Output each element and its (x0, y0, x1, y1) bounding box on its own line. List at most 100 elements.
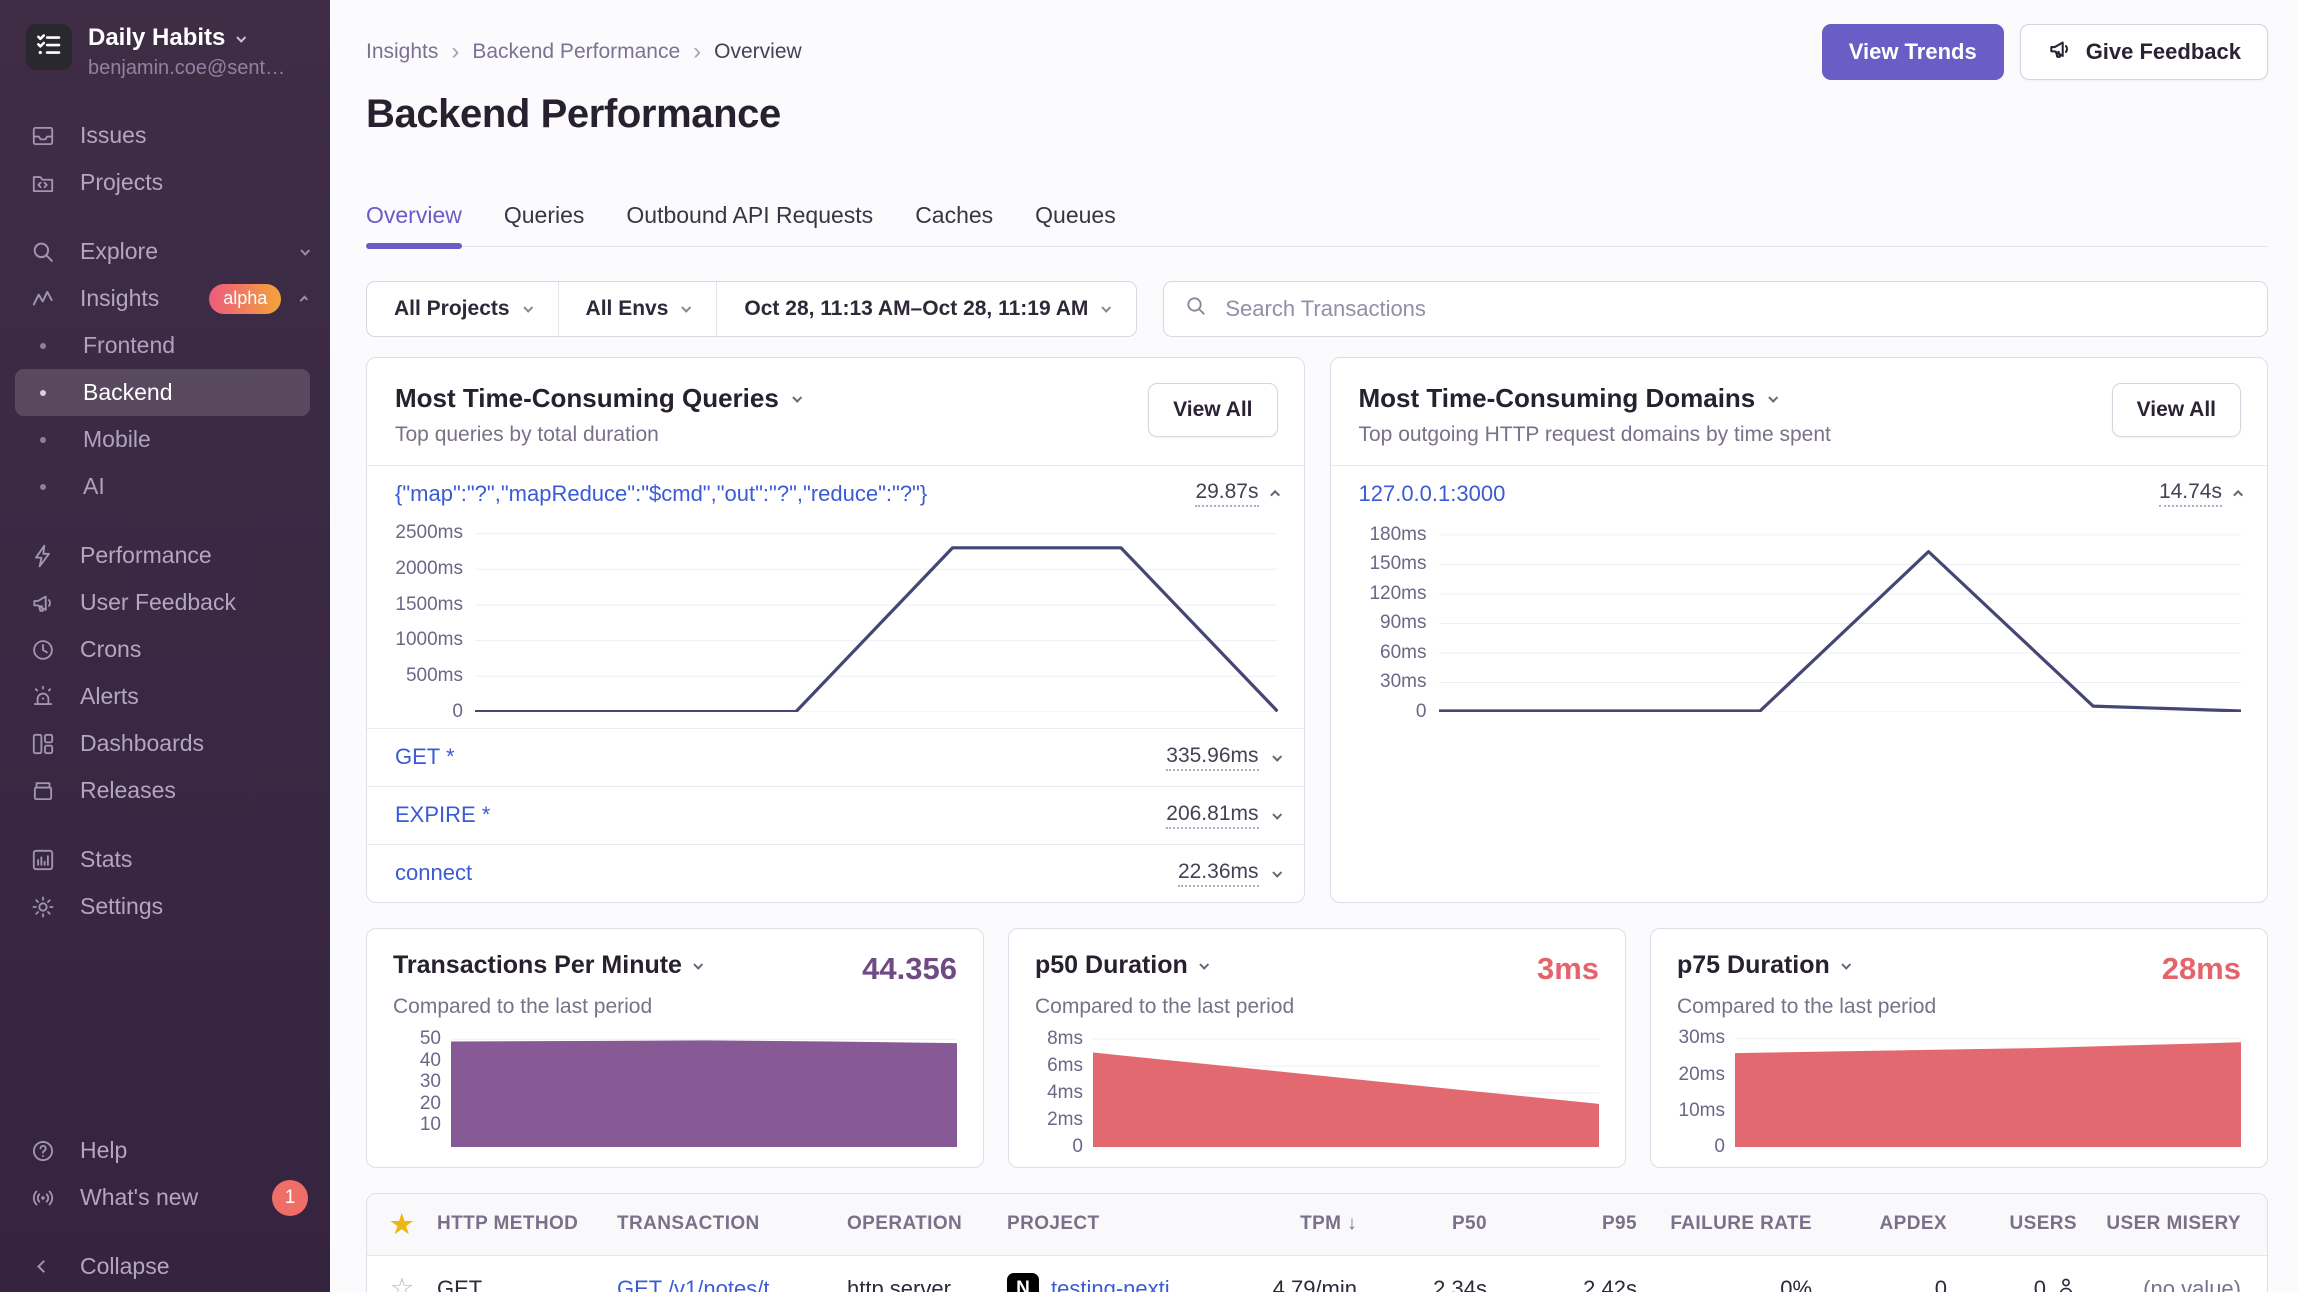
chevron-down-icon[interactable] (1272, 868, 1282, 878)
sidebar-item-whats-new[interactable]: What's new 1 (0, 1174, 330, 1221)
column-header-p95: P95 (1487, 1213, 1637, 1235)
sidebar-item-ai[interactable]: AI (15, 463, 310, 510)
topbar: Insights › Backend Performance › Overvie… (366, 0, 2268, 80)
chevron-down-icon[interactable] (1272, 810, 1282, 820)
query-total-duration[interactable]: 335.96ms (1166, 744, 1258, 771)
breadcrumb-insights[interactable]: Insights (366, 40, 438, 64)
sidebar-item-frontend[interactable]: Frontend (15, 322, 310, 369)
page-title: Backend Performance (366, 92, 2268, 137)
star-icon[interactable] (390, 1209, 414, 1239)
breadcrumb-backend-performance[interactable]: Backend Performance (472, 40, 680, 64)
sidebar-item-performance[interactable]: Performance (0, 532, 330, 579)
query-total-duration[interactable]: 29.87s (1195, 480, 1258, 507)
metric-value: 28ms (2162, 951, 2241, 987)
metric-title: Transactions Per Minute (393, 951, 701, 980)
view-trends-button[interactable]: View Trends (1822, 24, 2004, 80)
chevron-down-icon[interactable] (1199, 960, 1209, 970)
main-content: Insights › Backend Performance › Overvie… (330, 0, 2298, 1292)
card-header: Most Time-Consuming Domains Top outgoing… (1331, 358, 2268, 466)
archive-icon (28, 778, 58, 804)
domains-chart: 180ms150ms120ms90ms60ms30ms0 (1331, 522, 2268, 728)
star-outline-icon[interactable] (390, 1273, 414, 1292)
chevron-down-icon[interactable] (1272, 752, 1282, 762)
query-link[interactable]: connect (395, 860, 472, 886)
sidebar-item-alerts[interactable]: Alerts (0, 673, 330, 720)
project-link[interactable]: testing-nextj… (1051, 1276, 1192, 1292)
query-row: GET * 335.96ms (367, 728, 1304, 786)
query-link[interactable]: EXPIRE * (395, 802, 490, 828)
queries-chart: 2500ms2000ms1500ms1000ms500ms0 (367, 522, 1304, 728)
breadcrumb-overview: Overview (714, 40, 802, 64)
view-all-domains-button[interactable]: View All (2112, 383, 2241, 437)
query-link[interactable]: {"map":"?","mapReduce":"$cmd","out":"?",… (395, 481, 927, 507)
domain-total-duration[interactable]: 14.74s (2159, 480, 2222, 507)
column-header-http-method: HTTP METHOD (437, 1213, 617, 1235)
chevron-down-icon[interactable] (792, 393, 802, 403)
help-icon (28, 1138, 58, 1164)
environment-filter-dropdown[interactable]: All Envs (558, 282, 717, 336)
sidebar-item-explore[interactable]: Explore (0, 228, 330, 275)
project-filter-dropdown[interactable]: All Projects (367, 282, 558, 336)
siren-icon (28, 684, 58, 710)
tab-bar: Overview Queries Outbound API Requests C… (366, 202, 2268, 247)
org-logo (26, 24, 72, 70)
org-meta: Daily Habits benjamin.coe@sent… (88, 24, 285, 80)
sidebar-item-projects[interactable]: Projects (0, 159, 330, 206)
view-all-queries-button[interactable]: View All (1148, 383, 1277, 437)
chart-plot-area[interactable] (1093, 1035, 1599, 1147)
chevron-down-icon[interactable] (1769, 393, 1779, 403)
tab-caches[interactable]: Caches (915, 202, 993, 246)
chart-plot-area[interactable] (1735, 1035, 2241, 1147)
search-icon (1184, 294, 1208, 323)
chart-plot-area[interactable] (475, 530, 1278, 712)
sidebar-collapse-button[interactable]: Collapse (0, 1243, 330, 1290)
search-input[interactable] (1223, 295, 2247, 323)
chevron-down-icon[interactable] (1841, 960, 1851, 970)
sidebar-item-label: Projects (80, 169, 163, 196)
megaphone-icon (2047, 36, 2073, 68)
metric-title-label: p50 Duration (1035, 951, 1188, 980)
tab-queues[interactable]: Queues (1035, 202, 1116, 246)
chevron-up-icon[interactable] (2233, 490, 2243, 500)
query-link[interactable]: GET * (395, 744, 455, 770)
card-title: Most Time-Consuming Queries (395, 383, 800, 414)
chevron-up-icon (300, 296, 308, 304)
sidebar-item-label: Alerts (80, 683, 139, 710)
sidebar-item-label: Settings (80, 893, 163, 920)
domain-link[interactable]: 127.0.0.1:3000 (1359, 481, 1506, 507)
org-name-label: Daily Habits (88, 24, 225, 52)
sidebar-item-mobile[interactable]: Mobile (15, 416, 310, 463)
column-header-tpm[interactable]: TPM ↓ (1257, 1213, 1357, 1235)
chart-plot-area[interactable] (1439, 530, 2242, 712)
nav-spacer (0, 1221, 330, 1243)
sidebar-item-insights[interactable]: Insights alpha (0, 275, 330, 322)
transaction-link[interactable]: GET /v1/notes/t… (617, 1276, 791, 1292)
tpm-cell: 4.79/min (1257, 1276, 1357, 1292)
column-header-apdex: APDEX (1812, 1213, 1947, 1235)
metric-title: p75 Duration (1677, 951, 1849, 980)
chart-plot-area[interactable] (451, 1035, 957, 1147)
card-subtitle: Top queries by total duration (395, 423, 800, 447)
tab-queries[interactable]: Queries (504, 202, 585, 246)
sidebar-item-stats[interactable]: Stats (0, 836, 330, 883)
tab-outbound-api-requests[interactable]: Outbound API Requests (626, 202, 873, 246)
sidebar-item-backend[interactable]: Backend (15, 369, 310, 416)
card-header: Most Time-Consuming Queries Top queries … (367, 358, 1304, 466)
chevron-down-icon[interactable] (693, 960, 703, 970)
sidebar-item-dashboards[interactable]: Dashboards (0, 720, 330, 767)
sidebar-item-issues[interactable]: Issues (0, 112, 330, 159)
tab-overview[interactable]: Overview (366, 202, 462, 246)
sidebar-item-help[interactable]: Help (0, 1127, 330, 1174)
query-total-duration[interactable]: 206.81ms (1166, 802, 1258, 829)
sidebar-item-label: Releases (80, 777, 176, 804)
chevron-up-icon[interactable] (1270, 490, 1280, 500)
sidebar-item-settings[interactable]: Settings (0, 883, 330, 930)
sidebar-item-crons[interactable]: Crons (0, 626, 330, 673)
give-feedback-button[interactable]: Give Feedback (2020, 24, 2268, 80)
sidebar-item-releases[interactable]: Releases (0, 767, 330, 814)
sidebar-item-user-feedback[interactable]: User Feedback (0, 579, 330, 626)
query-total-duration[interactable]: 22.36ms (1178, 860, 1259, 887)
org-switcher[interactable]: Daily Habits benjamin.coe@sent… (0, 0, 330, 86)
y-axis: 5040302010 (393, 1035, 451, 1147)
date-range-dropdown[interactable]: Oct 28, 11:13 AM–Oct 28, 11:19 AM (716, 282, 1136, 336)
